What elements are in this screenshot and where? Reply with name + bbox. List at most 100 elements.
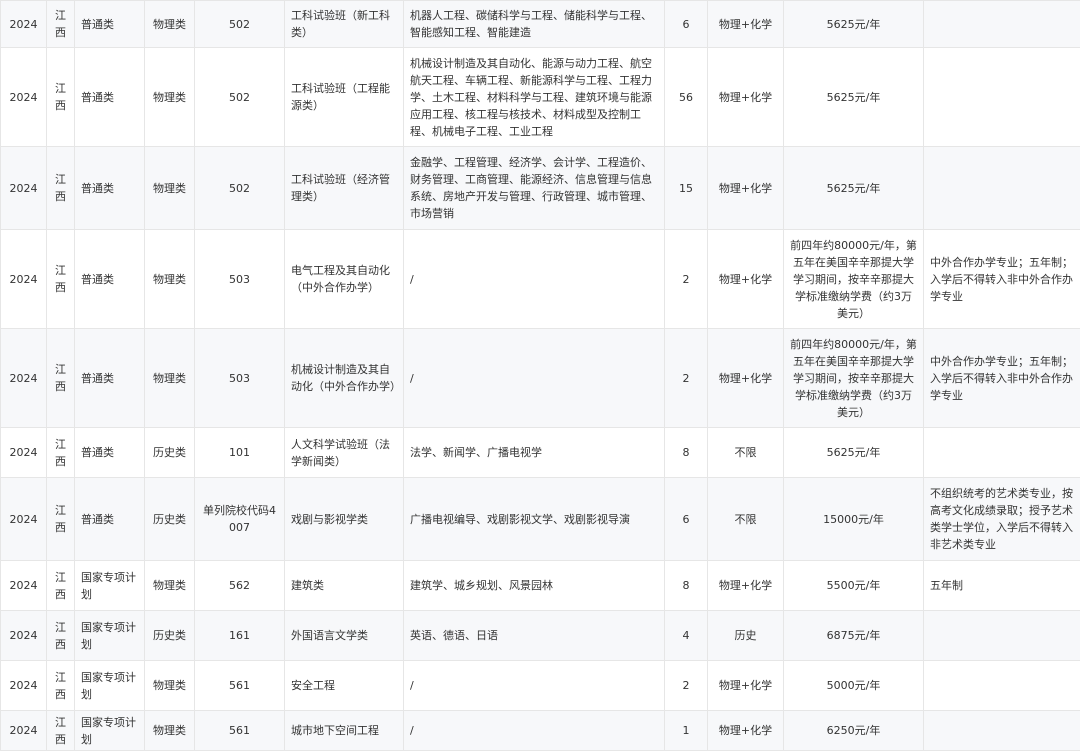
note-cell: 五年制 [923,560,1080,611]
province-cell: 江西 [46,229,75,329]
count-cell: 4 [664,610,708,661]
group-cell: 建筑类 [284,560,404,611]
subject-cell: 物理类 [144,560,195,611]
table-row: 2024 江西 国家专项计划 历史类 161 外国语言文学类 英语、德语、日语 … [0,610,1080,661]
year-cell: 2024 [0,560,47,611]
province-cell: 江西 [46,477,75,561]
requirement-cell: 物理+化学 [707,47,784,147]
code-cell: 单列院校代码4007 [194,477,285,561]
majors-cell: 广播电视编导、戏剧影视文学、戏剧影视导演 [403,477,665,561]
code-cell: 561 [194,710,285,751]
type-cell: 普通类 [74,229,145,329]
type-cell: 普通类 [74,146,145,230]
tuition-cell: 5625元/年 [783,47,924,147]
tuition-cell: 5500元/年 [783,560,924,611]
table-row: 2024 江西 普通类 物理类 503 电气工程及其自动化（中外合作办学） / … [0,229,1080,329]
note-cell [923,47,1080,147]
count-cell: 2 [664,660,708,711]
count-cell: 15 [664,146,708,230]
admission-plan-table: 2024 江西 普通类 物理类 502 工科试验班（新工科类） 机器人工程、碳储… [0,0,1080,751]
group-cell: 外国语言文学类 [284,610,404,661]
code-cell: 502 [194,47,285,147]
table-row: 2024 江西 国家专项计划 物理类 562 建筑类 建筑学、城乡规划、风景园林… [0,560,1080,611]
province-cell: 江西 [46,146,75,230]
note-cell: 中外合作办学专业；五年制；入学后不得转入非中外合作办学专业 [923,328,1080,428]
type-cell: 国家专项计划 [74,560,145,611]
subject-cell: 物理类 [144,229,195,329]
province-cell: 江西 [46,47,75,147]
year-cell: 2024 [0,328,47,428]
requirement-cell: 不限 [707,477,784,561]
code-cell: 503 [194,229,285,329]
year-cell: 2024 [0,610,47,661]
tuition-cell: 5625元/年 [783,146,924,230]
tuition-cell: 前四年约80000元/年，第五年在美国辛辛那提大学学习期间，按辛辛那提大学标准缴… [783,328,924,428]
count-cell: 8 [664,427,708,478]
subject-cell: 物理类 [144,710,195,751]
majors-cell: 英语、德语、日语 [403,610,665,661]
tuition-cell: 15000元/年 [783,477,924,561]
subject-cell: 物理类 [144,328,195,428]
year-cell: 2024 [0,0,47,48]
type-cell: 普通类 [74,0,145,48]
group-cell: 工科试验班（新工科类） [284,0,404,48]
requirement-cell: 物理+化学 [707,146,784,230]
group-cell: 安全工程 [284,660,404,711]
type-cell: 普通类 [74,477,145,561]
subject-cell: 物理类 [144,47,195,147]
tuition-cell: 5000元/年 [783,660,924,711]
code-cell: 161 [194,610,285,661]
group-cell: 机械设计制造及其自动化（中外合作办学） [284,328,404,428]
majors-cell: 机械设计制造及其自动化、能源与动力工程、航空航天工程、车辆工程、新能源科学与工程… [403,47,665,147]
requirement-cell: 不限 [707,427,784,478]
year-cell: 2024 [0,47,47,147]
year-cell: 2024 [0,146,47,230]
requirement-cell: 历史 [707,610,784,661]
code-cell: 101 [194,427,285,478]
tuition-cell: 前四年约80000元/年，第五年在美国辛辛那提大学学习期间，按辛辛那提大学标准缴… [783,229,924,329]
table-row: 2024 江西 普通类 物理类 502 工科试验班（新工科类） 机器人工程、碳储… [0,0,1080,48]
tuition-cell: 6875元/年 [783,610,924,661]
requirement-cell: 物理+化学 [707,0,784,48]
majors-cell: / [403,328,665,428]
majors-cell: / [403,660,665,711]
province-cell: 江西 [46,610,75,661]
requirement-cell: 物理+化学 [707,560,784,611]
count-cell: 1 [664,710,708,751]
table-row: 2024 江西 国家专项计划 物理类 561 城市地下空间工程 / 1 物理+化… [0,710,1080,751]
count-cell: 6 [664,477,708,561]
count-cell: 2 [664,328,708,428]
note-cell [923,660,1080,711]
subject-cell: 物理类 [144,0,195,48]
group-cell: 人文科学试验班（法学新闻类） [284,427,404,478]
majors-cell: 建筑学、城乡规划、风景园林 [403,560,665,611]
province-cell: 江西 [46,660,75,711]
province-cell: 江西 [46,328,75,428]
province-cell: 江西 [46,427,75,478]
requirement-cell: 物理+化学 [707,710,784,751]
count-cell: 2 [664,229,708,329]
note-cell [923,610,1080,661]
note-cell: 不组织统考的艺术类专业，按高考文化成绩录取；授予艺术类学士学位，入学后不得转入非… [923,477,1080,561]
tuition-cell: 5625元/年 [783,0,924,48]
table-row: 2024 江西 普通类 历史类 单列院校代码4007 戏剧与影视学类 广播电视编… [0,477,1080,561]
count-cell: 6 [664,0,708,48]
group-cell: 城市地下空间工程 [284,710,404,751]
tuition-cell: 5625元/年 [783,427,924,478]
province-cell: 江西 [46,710,75,751]
subject-cell: 历史类 [144,427,195,478]
note-cell [923,427,1080,478]
majors-cell: / [403,710,665,751]
subject-cell: 历史类 [144,610,195,661]
group-cell: 电气工程及其自动化（中外合作办学） [284,229,404,329]
requirement-cell: 物理+化学 [707,229,784,329]
province-cell: 江西 [46,560,75,611]
year-cell: 2024 [0,229,47,329]
group-cell: 戏剧与影视学类 [284,477,404,561]
type-cell: 普通类 [74,328,145,428]
province-cell: 江西 [46,0,75,48]
count-cell: 8 [664,560,708,611]
requirement-cell: 物理+化学 [707,660,784,711]
majors-cell: 法学、新闻学、广播电视学 [403,427,665,478]
majors-cell: 机器人工程、碳储科学与工程、储能科学与工程、智能感知工程、智能建造 [403,0,665,48]
